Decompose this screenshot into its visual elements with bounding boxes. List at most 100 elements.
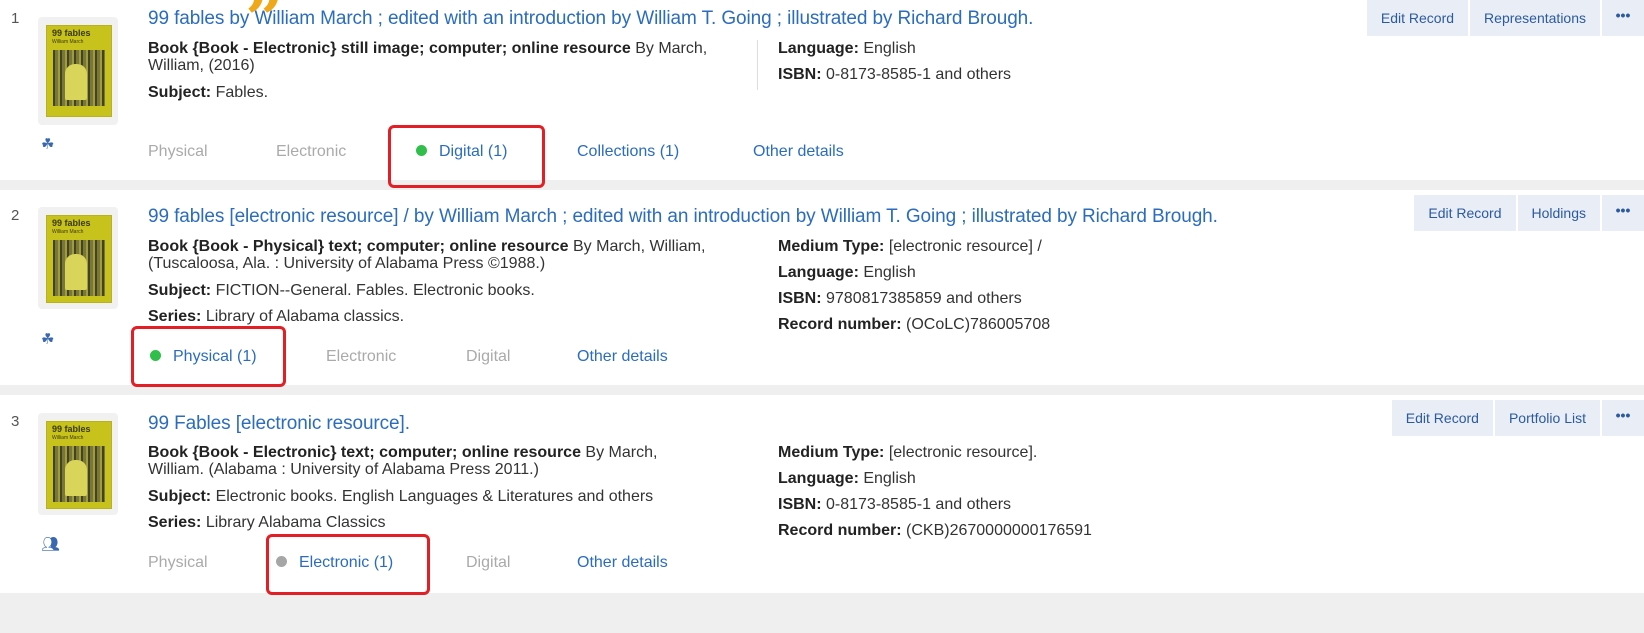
cover-title: 99 fables — [52, 218, 91, 228]
highlight-box — [388, 125, 545, 188]
language-value: English — [858, 470, 916, 487]
more-actions-button[interactable]: ••• — [1602, 195, 1644, 231]
holdings-button[interactable]: Holdings — [1517, 195, 1600, 231]
highlight-box — [266, 534, 430, 595]
cover-thumbnail[interactable]: 99 fables William March — [38, 17, 118, 125]
record-actions: Edit Record Representations ••• — [1365, 0, 1644, 36]
record-side-info: Medium Type: [electronic resource]. — [778, 444, 1037, 462]
record-side-info: Record number: (OCoLC)786005708 — [778, 316, 1050, 334]
tab-physical[interactable]: Physical — [148, 554, 208, 572]
tab-electronic[interactable]: Electronic — [276, 143, 346, 161]
record-actions: Edit Record Portfolio List ••• — [1390, 400, 1644, 436]
record-type: Book {Book - Physical} text; computer; o… — [148, 238, 705, 272]
series-label: Series: — [148, 514, 202, 531]
record-series: Series: Library Alabama Classics — [148, 514, 385, 531]
users-icon[interactable]: 👥︎ — [41, 535, 60, 553]
record-side-info: Language: English — [778, 470, 916, 488]
record-side-info: Language: English — [778, 264, 916, 282]
author-date: William, (2016) — [148, 57, 255, 74]
record-number: 2 — [11, 207, 20, 224]
cover-author: William March — [52, 229, 84, 235]
subject-value: FICTION--General. Fables. Electronic boo… — [211, 282, 535, 299]
representations-button[interactable]: Representations — [1470, 0, 1600, 36]
isbn-value: 0-8173-8585-1 and others — [821, 66, 1012, 83]
record-number-value: (OCoLC)786005708 — [901, 316, 1051, 333]
tab-physical[interactable]: Physical — [148, 143, 208, 161]
record-series: Series: Library of Alabama classics. — [148, 308, 404, 325]
quote-mark-icon: ” — [245, 0, 284, 57]
series-label: Series: — [148, 308, 202, 325]
tab-electronic[interactable]: Electronic — [326, 348, 396, 366]
author-label: By March, — [580, 444, 658, 461]
subject-value: Fables. — [211, 84, 269, 101]
edit-record-button[interactable]: Edit Record — [1391, 400, 1493, 436]
tab-other-details[interactable]: Other details — [577, 554, 668, 572]
author-label: By March, William, — [568, 238, 706, 255]
hierarchy-icon[interactable]: ☘ — [41, 330, 54, 348]
format-label: Book {Book - Physical} text; computer; o… — [148, 238, 569, 255]
language-value: English — [858, 40, 916, 57]
subject-label: Subject: — [148, 84, 212, 101]
isbn-value: 9780817385859 and others — [821, 290, 1022, 307]
more-actions-button[interactable]: ••• — [1602, 400, 1644, 436]
cover-thumbnail[interactable]: 99 fables William March — [38, 413, 118, 515]
record-title-link[interactable]: 99 Fables [electronic resource]. — [148, 413, 410, 435]
record-side-info: ISBN: 0-8173-8585-1 and others — [778, 496, 1011, 514]
record-number: 3 — [11, 413, 20, 430]
language-value: English — [858, 264, 916, 281]
record-type: Book {Book - Electronic} still image; co… — [148, 40, 707, 74]
record-actions: Edit Record Holdings ••• — [1412, 195, 1644, 231]
record-type: Book {Book - Electronic} text; computer;… — [148, 444, 657, 478]
record-side-info: ISBN: 0-8173-8585-1 and others — [778, 66, 1011, 84]
edit-record-button[interactable]: Edit Record — [1414, 195, 1516, 231]
record-title-link[interactable]: 99 fables [electronic resource] / by Wil… — [148, 206, 1218, 228]
language-label: Language: — [778, 470, 859, 487]
result-record: 3 99 fables William March 👥︎ 99 Fables [e… — [0, 395, 1644, 595]
more-actions-button[interactable]: ••• — [1602, 0, 1644, 36]
medium-type-value: [electronic resource] / — [884, 238, 1042, 255]
series-value: Library of Alabama classics. — [201, 308, 405, 325]
tab-collections[interactable]: Collections (1) — [577, 143, 679, 161]
cover-author: William March — [52, 435, 84, 441]
highlight-box — [131, 326, 286, 387]
record-subject: Subject: Electronic books. English Langu… — [148, 488, 653, 505]
isbn-label: ISBN: — [778, 290, 822, 307]
language-label: Language: — [778, 40, 859, 57]
tab-digital[interactable]: Digital — [466, 554, 510, 572]
record-number-label: Record number: — [778, 522, 902, 539]
record-side-info: Record number: (CKB)2670000000176591 — [778, 522, 1092, 540]
cover-author: William March — [52, 39, 84, 45]
format-label: Book {Book - Electronic} still image; co… — [148, 40, 631, 57]
series-value: Library Alabama Classics — [201, 514, 386, 531]
subject-label: Subject: — [148, 282, 212, 299]
record-number-label: Record number: — [778, 316, 902, 333]
medium-type-label: Medium Type: — [778, 444, 885, 461]
tab-digital[interactable]: Digital — [466, 348, 510, 366]
tab-other-details[interactable]: Other details — [577, 348, 668, 366]
tab-other-details[interactable]: Other details — [753, 143, 844, 161]
publisher-info: William. (Alabama : University of Alabam… — [148, 461, 539, 478]
isbn-label: ISBN: — [778, 66, 822, 83]
cover-title: 99 fables — [52, 28, 91, 38]
record-number: 1 — [11, 10, 20, 27]
subject-label: Subject: — [148, 488, 212, 505]
isbn-value: 0-8173-8585-1 and others — [821, 496, 1012, 513]
edit-record-button[interactable]: Edit Record — [1366, 0, 1469, 36]
author-label: By March, — [630, 40, 708, 57]
subject-value: Electronic books. English Languages & Li… — [211, 488, 654, 505]
record-side-info: Language: English — [778, 40, 916, 58]
medium-type-label: Medium Type: — [778, 238, 885, 255]
result-record: 2 99 fables William March ☘ 99 fables [el… — [0, 190, 1644, 387]
record-subject: Subject: Fables. — [148, 84, 268, 101]
portfolio-list-button[interactable]: Portfolio List — [1494, 400, 1600, 436]
language-label: Language: — [778, 264, 859, 281]
cover-thumbnail[interactable]: 99 fables William March — [38, 207, 118, 309]
isbn-label: ISBN: — [778, 496, 822, 513]
record-side-info: Medium Type: [electronic resource] / — [778, 238, 1042, 256]
publisher-info: (Tuscaloosa, Ala. : University of Alabam… — [148, 255, 546, 272]
record-side-info: ISBN: 9780817385859 and others — [778, 290, 1022, 308]
hierarchy-icon[interactable]: ☘ — [41, 135, 54, 153]
record-subject: Subject: FICTION--General. Fables. Elect… — [148, 282, 535, 299]
cover-title: 99 fables — [52, 424, 91, 434]
medium-type-value: [electronic resource]. — [884, 444, 1038, 461]
